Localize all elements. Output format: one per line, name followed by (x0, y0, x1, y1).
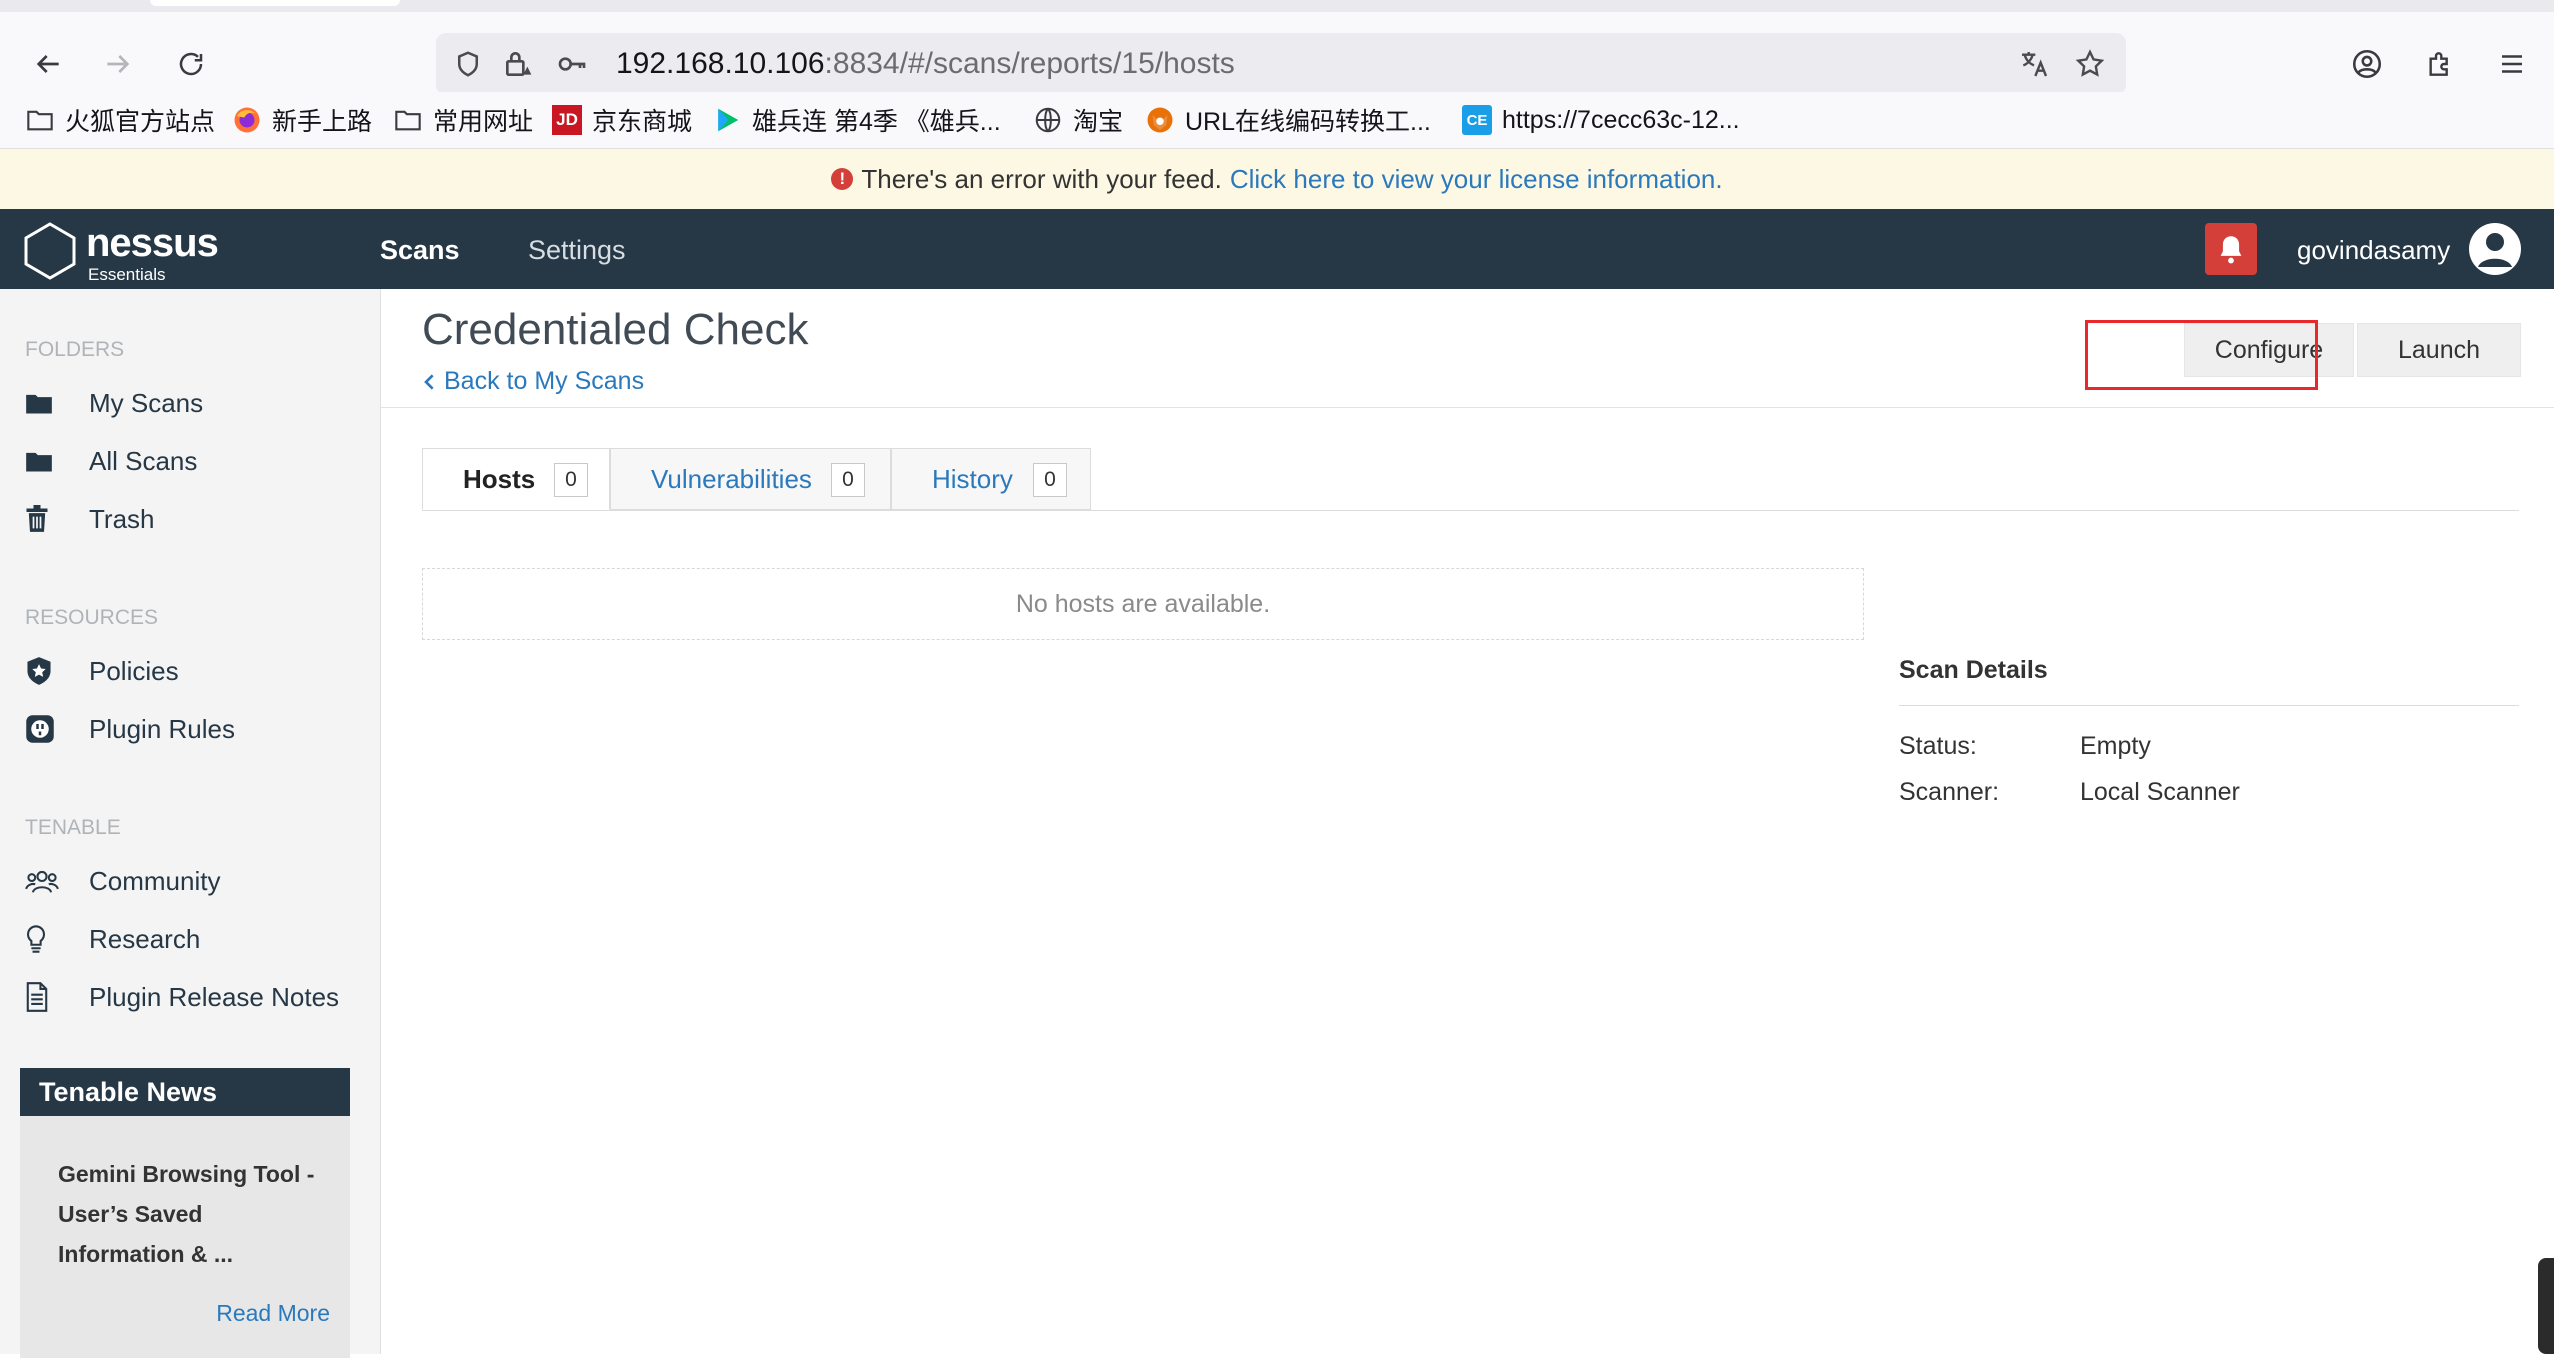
history-count-badge: 0 (1033, 463, 1067, 497)
sidebar-item-policies[interactable]: Policies (25, 649, 179, 693)
document-icon (25, 977, 65, 1017)
bookmark-item[interactable]: 常用网址 (393, 102, 533, 138)
bookmark-item[interactable]: JD 京东商城 (552, 102, 692, 138)
chevron-left-icon (424, 373, 434, 390)
sidebar-item-my-scans[interactable]: My Scans (25, 381, 203, 425)
tab-underline (422, 510, 2519, 511)
sidebar-item-plugin-rules[interactable]: Plugin Rules (25, 707, 235, 751)
username[interactable]: govindasamy (2297, 235, 2450, 266)
folder-icon (25, 383, 65, 423)
news-article-title[interactable]: Gemini Browsing Tool - User’s Saved Info… (58, 1154, 328, 1274)
scan-detail-scanner: Scanner: Local Scanner (1899, 778, 2240, 806)
folder-icon (25, 441, 65, 481)
scan-detail-status: Status: Empty (1899, 732, 2151, 760)
ce-icon: CE (1462, 105, 1492, 135)
highlight-annotation-box (2085, 320, 2318, 390)
folders-heading: FOLDERS (25, 338, 125, 361)
tenable-news-panel: Tenable News Gemini Browsing Tool - User… (20, 1068, 350, 1358)
translate-icon[interactable] (2016, 46, 2052, 82)
reload-icon[interactable] (163, 36, 219, 92)
user-icon (2478, 233, 2512, 267)
menu-icon[interactable] (2490, 42, 2534, 86)
status-value: Empty (2080, 732, 2151, 760)
forward-arrow-icon[interactable] (90, 36, 146, 92)
scan-details-divider (1899, 705, 2519, 706)
bookmark-item[interactable]: 淘宝 (1033, 102, 1123, 138)
license-info-link[interactable]: Click here to view your license informat… (1230, 164, 1723, 195)
feedback-tab-handle[interactable] (2538, 1258, 2554, 1354)
sidebar-item-trash[interactable]: Trash (25, 497, 155, 541)
sidebar-item-plugin-release-notes[interactable]: Plugin Release Notes (25, 975, 339, 1019)
notifications-button[interactable] (2205, 223, 2257, 275)
key-icon[interactable] (554, 46, 590, 82)
firefox-icon (232, 105, 262, 135)
app-header: nessus Essentials Scans Settings govinda… (0, 209, 2554, 289)
page-title: Credentialed Check (422, 305, 809, 354)
tab-hosts[interactable]: Hosts 0 (422, 448, 610, 510)
back-to-my-scans-link[interactable]: Back to My Scans (424, 367, 644, 396)
empty-hosts-message: No hosts are available. (422, 568, 1864, 640)
read-more-link[interactable]: Read More (216, 1300, 330, 1327)
scanner-value: Local Scanner (2080, 778, 2240, 806)
browser-tab[interactable] (150, 0, 400, 6)
launch-button[interactable]: Launch (2357, 323, 2521, 377)
nessus-hexagon-icon (24, 222, 76, 280)
header-divider (381, 407, 2554, 408)
sidebar-item-community[interactable]: Community (25, 859, 220, 903)
shield-icon (25, 651, 65, 691)
address-bar[interactable]: 192.168.10.106:8834/#/scans/reports/15/h… (436, 33, 2126, 95)
url-text[interactable]: 192.168.10.106:8834/#/scans/reports/15/h… (616, 47, 1235, 81)
globe-icon (1033, 105, 1063, 135)
folder-icon (393, 105, 423, 135)
error-icon: ! (831, 168, 854, 190)
back-arrow-icon[interactable] (20, 36, 76, 92)
sidebar-item-all-scans[interactable]: All Scans (25, 439, 197, 483)
tab-history[interactable]: History 0 (891, 448, 1091, 510)
trash-icon (25, 499, 65, 539)
video-play-icon (712, 105, 742, 135)
resources-heading: RESOURCES (25, 606, 159, 629)
shield-tracking-icon[interactable] (450, 46, 486, 82)
nessus-logo[interactable]: nessus Essentials (22, 219, 222, 284)
banner-message: There's an error with your feed. (861, 163, 1222, 194)
lightbulb-icon (25, 919, 65, 959)
bookmark-star-icon[interactable] (2072, 46, 2108, 82)
plug-icon (25, 709, 65, 749)
avatar[interactable] (2469, 223, 2521, 275)
scan-details-title: Scan Details (1899, 656, 2048, 684)
bookmark-item[interactable]: 新手上路 (232, 102, 372, 138)
jd-icon: JD (552, 105, 582, 135)
browser-toolbar: 192.168.10.106:8834/#/scans/reports/15/h… (0, 12, 2554, 95)
sidebar-item-research[interactable]: Research (25, 917, 200, 961)
sidebar: FOLDERS My Scans All Scans Trash RESOURC… (0, 289, 381, 1358)
feed-error-banner: ! There's an error with your feed. Click… (0, 149, 2554, 210)
account-icon[interactable] (2345, 42, 2389, 86)
folder-icon (25, 105, 55, 135)
tenable-news-heading: Tenable News (20, 1068, 350, 1116)
bookmark-item[interactable]: URL在线编码转换工... (1145, 102, 1431, 138)
vulnerabilities-count-badge: 0 (831, 463, 865, 497)
fox-icon (1145, 105, 1175, 135)
nav-scans[interactable]: Scans (380, 235, 460, 266)
hosts-count-badge: 0 (554, 463, 588, 497)
nav-settings[interactable]: Settings (528, 235, 626, 266)
bell-icon (2220, 236, 2242, 264)
tab-vulnerabilities[interactable]: Vulnerabilities 0 (610, 448, 891, 510)
bookmark-item[interactable]: 火狐官方站点 (25, 102, 215, 138)
extensions-icon[interactable] (2418, 42, 2462, 86)
bookmarks-bar: 火狐官方站点 新手上路 常用网址 JD 京东商城 雄兵连 第4季 《雄兵... … (0, 92, 2554, 149)
bookmark-item[interactable]: CE https://7cecc63c-12... (1462, 102, 1740, 138)
bookmark-item[interactable]: 雄兵连 第4季 《雄兵... (712, 102, 1001, 138)
tenable-heading: TENABLE (25, 816, 121, 839)
people-icon (25, 861, 65, 901)
browser-tab-strip (0, 0, 2554, 12)
insecure-lock-icon[interactable] (500, 46, 536, 82)
